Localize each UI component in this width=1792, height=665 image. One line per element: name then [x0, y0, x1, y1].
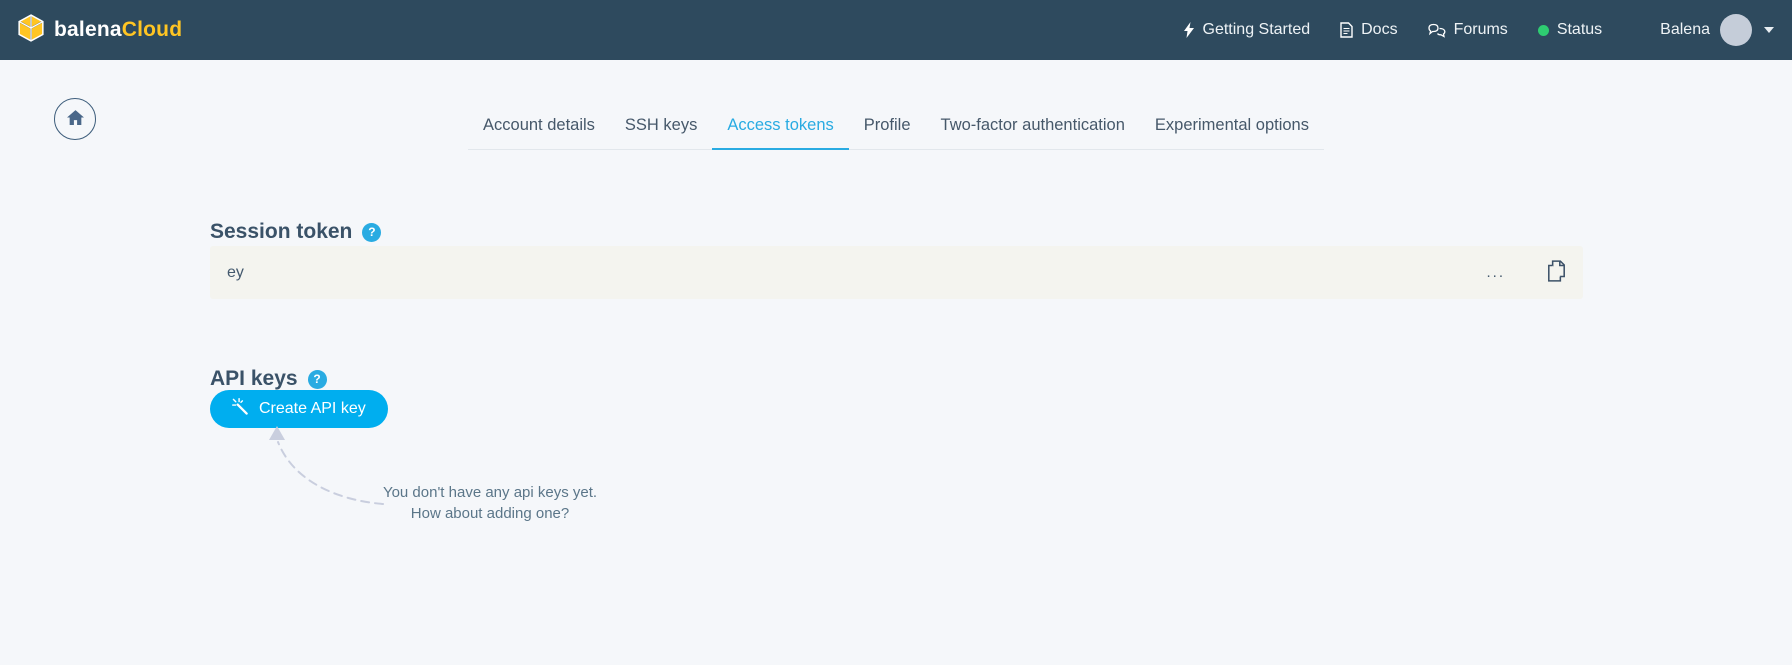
empty-state-line2: How about adding one? — [330, 503, 650, 524]
session-token-title: Session token — [210, 220, 352, 244]
tab-experimental-options[interactable]: Experimental options — [1140, 108, 1324, 149]
session-token-value: ey — [227, 264, 244, 282]
status-dot-icon — [1538, 25, 1549, 36]
copy-button[interactable] — [1547, 260, 1566, 285]
nav-forums[interactable]: Forums — [1428, 21, 1508, 39]
tab-profile[interactable]: Profile — [849, 108, 926, 149]
api-keys-heading: API keys ? — [210, 367, 327, 391]
create-api-key-label: Create API key — [259, 400, 366, 418]
logo-wordmark: balenaCloud — [54, 18, 182, 42]
create-api-key-button[interactable]: Create API key — [210, 390, 388, 428]
top-navbar: balenaCloud Getting Started Docs — [0, 0, 1792, 60]
empty-state-line1: You don't have any api keys yet. — [330, 482, 650, 503]
help-icon[interactable]: ? — [308, 370, 327, 389]
navbar-links: Getting Started Docs Forums Status — [1153, 14, 1775, 46]
lightning-icon — [1183, 22, 1195, 38]
settings-tab-bar: Account details SSH keys Access tokens P… — [0, 108, 1792, 150]
tab-access-tokens[interactable]: Access tokens — [712, 108, 848, 150]
copy-icon — [1547, 260, 1566, 285]
chevron-down-icon — [1764, 27, 1774, 33]
magic-wand-icon — [232, 398, 249, 420]
session-token-heading: Session token ? — [210, 220, 381, 244]
session-token-field: ey ... — [210, 246, 1583, 299]
nav-status[interactable]: Status — [1538, 21, 1602, 39]
token-truncation-ellipsis: ... — [1486, 264, 1505, 281]
document-icon — [1340, 22, 1353, 38]
nav-getting-started[interactable]: Getting Started — [1183, 21, 1311, 39]
api-keys-title: API keys — [210, 367, 298, 391]
tab-ssh-keys[interactable]: SSH keys — [610, 108, 712, 149]
help-icon[interactable]: ? — [362, 223, 381, 242]
balena-cube-icon — [18, 14, 44, 47]
user-menu[interactable]: Balena — [1660, 14, 1774, 46]
avatar — [1720, 14, 1752, 46]
nav-docs[interactable]: Docs — [1340, 21, 1397, 39]
user-name: Balena — [1660, 21, 1710, 39]
tab-account-details[interactable]: Account details — [468, 108, 610, 149]
empty-state-message: You don't have any api keys yet. How abo… — [330, 482, 650, 524]
chat-bubbles-icon — [1428, 23, 1446, 38]
tab-two-factor-authentication[interactable]: Two-factor authentication — [926, 108, 1140, 149]
balena-cloud-logo[interactable]: balenaCloud — [18, 14, 182, 47]
